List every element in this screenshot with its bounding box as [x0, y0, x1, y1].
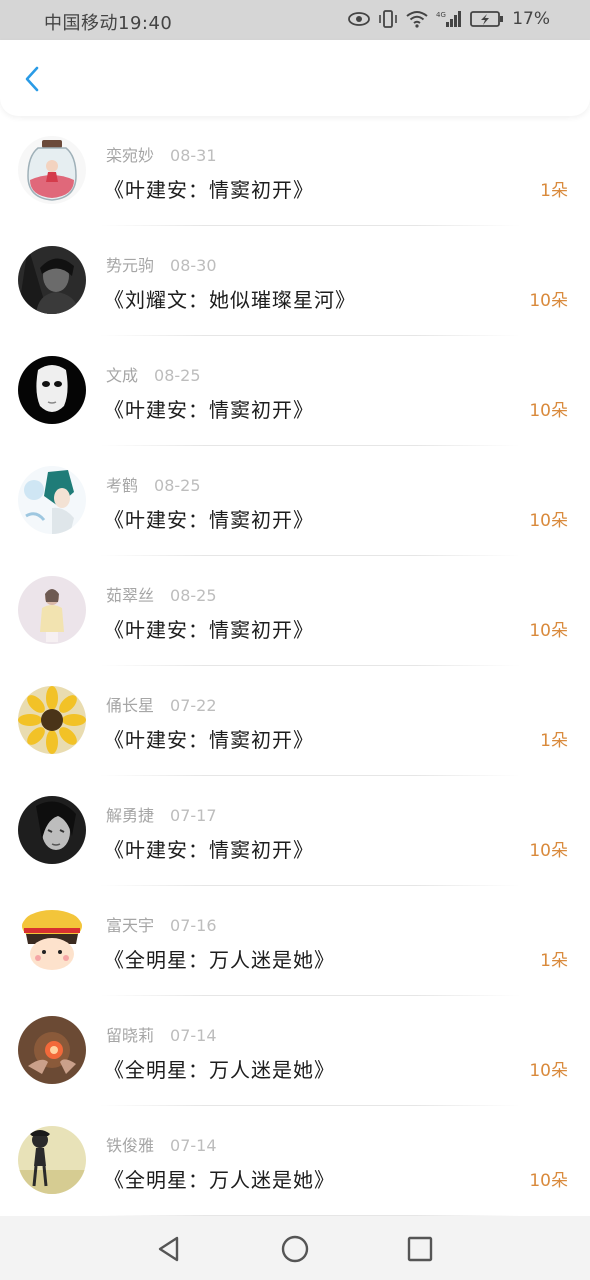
flower-amount: 10朵 [529, 1061, 568, 1081]
back-button[interactable] [16, 62, 50, 96]
girl-avatar[interactable] [18, 576, 86, 644]
user-name: 茹翠丝 [106, 586, 155, 605]
user-name: 俑长星 [106, 696, 155, 715]
chevron-left-icon [25, 66, 39, 92]
battery-charging-icon [470, 10, 504, 28]
item-meta: 势元驹 08-30 [106, 252, 217, 276]
back-triangle-icon [158, 1236, 179, 1262]
user-name: 富天宇 [106, 916, 155, 935]
recents-square-icon [407, 1236, 433, 1262]
item-date: 08-25 [170, 586, 217, 605]
list-item[interactable]: 茹翠丝 08-25 《叶建安：情窦初开》 10朵 [0, 556, 590, 666]
cartoon-girl-avatar[interactable] [18, 906, 86, 974]
carrier-time: 中国移动19:40 [44, 13, 173, 34]
book-title: 《刘耀文：她似璀璨星河》 [104, 288, 356, 312]
list-item[interactable]: 铁俊雅 07-14 《全明星：万人迷是她》 10朵 [0, 1106, 590, 1216]
user-name: 考鹤 [106, 476, 139, 495]
flower-amount: 10朵 [529, 291, 568, 311]
list-item[interactable]: 文成 08-25 《叶建安：情窦初开》 10朵 [0, 336, 590, 446]
item-date: 07-17 [170, 806, 217, 825]
list-item[interactable]: 势元驹 08-30 《刘耀文：她似璀璨星河》 10朵 [0, 226, 590, 336]
jar-avatar[interactable] [18, 136, 86, 204]
sunflower-avatar[interactable] [18, 686, 86, 754]
glow-hands-avatar[interactable] [18, 1016, 86, 1084]
item-meta: 栾宛妙 08-31 [106, 142, 217, 166]
book-title: 《叶建安：情窦初开》 [104, 178, 314, 202]
status-icons: 4G 17% [340, 9, 550, 29]
item-meta: 铁俊雅 07-14 [106, 1132, 217, 1156]
item-date: 07-16 [170, 916, 217, 935]
user-name: 栾宛妙 [106, 146, 155, 165]
nav-back-button[interactable] [154, 1234, 184, 1264]
flower-amount: 1朵 [540, 951, 568, 971]
mask-avatar[interactable] [18, 356, 86, 424]
item-date: 07-14 [170, 1026, 217, 1045]
list-item[interactable]: 留晓莉 07-14 《全明星：万人迷是她》 10朵 [0, 996, 590, 1106]
status-bar: 中国移动19:40 4G 17% [0, 0, 590, 40]
book-title: 《叶建安：情窦初开》 [104, 838, 314, 862]
gift-record-list[interactable]: 栾宛妙 08-31 《叶建安：情窦初开》 1朵 势元驹 08-30 《刘耀文：她似璀… [0, 116, 590, 1216]
item-meta: 富天宇 07-16 [106, 912, 217, 936]
list-item[interactable]: 富天宇 07-16 《全明星：万人迷是她》 1朵 [0, 886, 590, 996]
item-meta: 留晓莉 07-14 [106, 1022, 217, 1046]
flower-amount: 10朵 [529, 621, 568, 641]
bw-portrait-avatar[interactable] [18, 796, 86, 864]
book-title: 《叶建安：情窦初开》 [104, 728, 314, 752]
item-date: 08-30 [170, 256, 217, 275]
flower-amount: 1朵 [540, 181, 568, 201]
item-meta: 解勇捷 07-17 [106, 802, 217, 826]
item-meta: 茹翠丝 08-25 [106, 582, 217, 606]
item-date: 08-25 [154, 476, 201, 495]
item-date: 07-14 [170, 1136, 217, 1155]
nav-recents-button[interactable] [405, 1234, 435, 1264]
battery-percent: 17% [512, 9, 550, 29]
silhouette-avatar[interactable] [18, 1126, 86, 1194]
user-name: 铁俊雅 [106, 1136, 155, 1155]
dark-portrait-avatar[interactable] [18, 246, 86, 314]
flower-amount: 10朵 [529, 1171, 568, 1191]
list-item[interactable]: 考鹤 08-25 《叶建安：情窦初开》 10朵 [0, 446, 590, 556]
book-title: 《全明星：万人迷是她》 [104, 948, 335, 972]
svg-text:4G: 4G [436, 11, 446, 19]
user-name: 留晓莉 [106, 1026, 155, 1045]
list-item[interactable]: 俑长星 07-22 《叶建安：情窦初开》 1朵 [0, 666, 590, 776]
flower-amount: 1朵 [540, 731, 568, 751]
book-title: 《叶建安：情窦初开》 [104, 398, 314, 422]
book-title: 《叶建安：情窦初开》 [104, 618, 314, 642]
book-title: 《叶建安：情窦初开》 [104, 508, 314, 532]
flower-amount: 10朵 [529, 511, 568, 531]
user-name: 文成 [106, 366, 139, 385]
item-date: 07-22 [170, 696, 217, 715]
list-item[interactable]: 栾宛妙 08-31 《叶建安：情窦初开》 1朵 [0, 116, 590, 226]
vibrate-icon [378, 10, 398, 28]
signal-4g-icon: 4G [436, 10, 462, 28]
wifi-icon [406, 10, 428, 28]
home-circle-icon [281, 1235, 309, 1263]
header [0, 40, 590, 116]
book-title: 《全明星：万人迷是她》 [104, 1058, 335, 1082]
system-nav-bar [0, 1216, 590, 1280]
flower-amount: 10朵 [529, 401, 568, 421]
user-name: 解勇捷 [106, 806, 155, 825]
nav-home-button[interactable] [280, 1234, 310, 1264]
user-name: 势元驹 [106, 256, 155, 275]
item-date: 08-31 [170, 146, 217, 165]
book-title: 《全明星：万人迷是她》 [104, 1168, 335, 1192]
anime-avatar[interactable] [18, 466, 86, 534]
item-meta: 考鹤 08-25 [106, 472, 201, 496]
item-meta: 文成 08-25 [106, 362, 201, 386]
list-item[interactable]: 解勇捷 07-17 《叶建安：情窦初开》 10朵 [0, 776, 590, 886]
flower-amount: 10朵 [529, 841, 568, 861]
eye-icon [348, 12, 371, 26]
item-date: 08-25 [154, 366, 201, 385]
item-meta: 俑长星 07-22 [106, 692, 217, 716]
